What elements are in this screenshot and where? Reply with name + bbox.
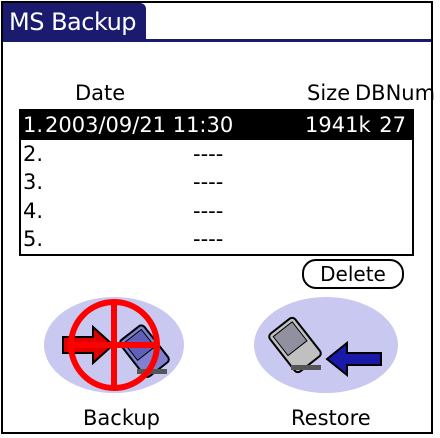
restore-icon (254, 297, 398, 393)
list-item-3[interactable]: 3. ---- (21, 168, 412, 197)
list-item-1[interactable]: 1. 2003/09/21 11:30 1941k 27 (21, 111, 412, 140)
column-headers: Date Size DBNum (3, 81, 435, 109)
row-number: 2. (23, 141, 44, 166)
list-item-4[interactable]: 4. ---- (21, 197, 412, 226)
column-header-date: Date (75, 81, 126, 105)
app-screen: MS Backup Date Size DBNum 1. 2003/09/21 … (1, 1, 435, 434)
row-number: 5. (23, 227, 44, 252)
row-dbnum: 27 (379, 113, 406, 137)
row-number: 4. (23, 198, 44, 223)
list-item-2[interactable]: 2. ---- (21, 140, 412, 169)
restore-label[interactable]: Restore (291, 406, 371, 430)
row-size: 1941k (305, 113, 371, 137)
backup-list: 1. 2003/09/21 11:30 1941k 27 2. ---- 3. … (19, 109, 414, 256)
backup-button[interactable] (41, 295, 187, 395)
restore-button[interactable] (251, 295, 401, 395)
row-empty-placeholder: ---- (193, 198, 224, 223)
row-empty-placeholder: ---- (193, 141, 224, 166)
list-item-5[interactable]: 5. ---- (21, 225, 412, 254)
column-header-size: Size (307, 81, 351, 105)
row-empty-placeholder: ---- (193, 170, 224, 195)
backup-disabled-icon (44, 297, 184, 393)
row-date: 2003/09/21 11:30 (45, 113, 234, 137)
row-number: 3. (23, 170, 44, 195)
app-title[interactable]: MS Backup (3, 3, 147, 41)
backup-label[interactable]: Backup (83, 406, 160, 430)
row-number: 1. (23, 113, 44, 137)
delete-button[interactable]: Delete (302, 259, 404, 289)
column-header-dbnum: DBNum (355, 81, 436, 105)
row-empty-placeholder: ---- (193, 227, 224, 252)
title-bar: MS Backup (3, 3, 431, 42)
